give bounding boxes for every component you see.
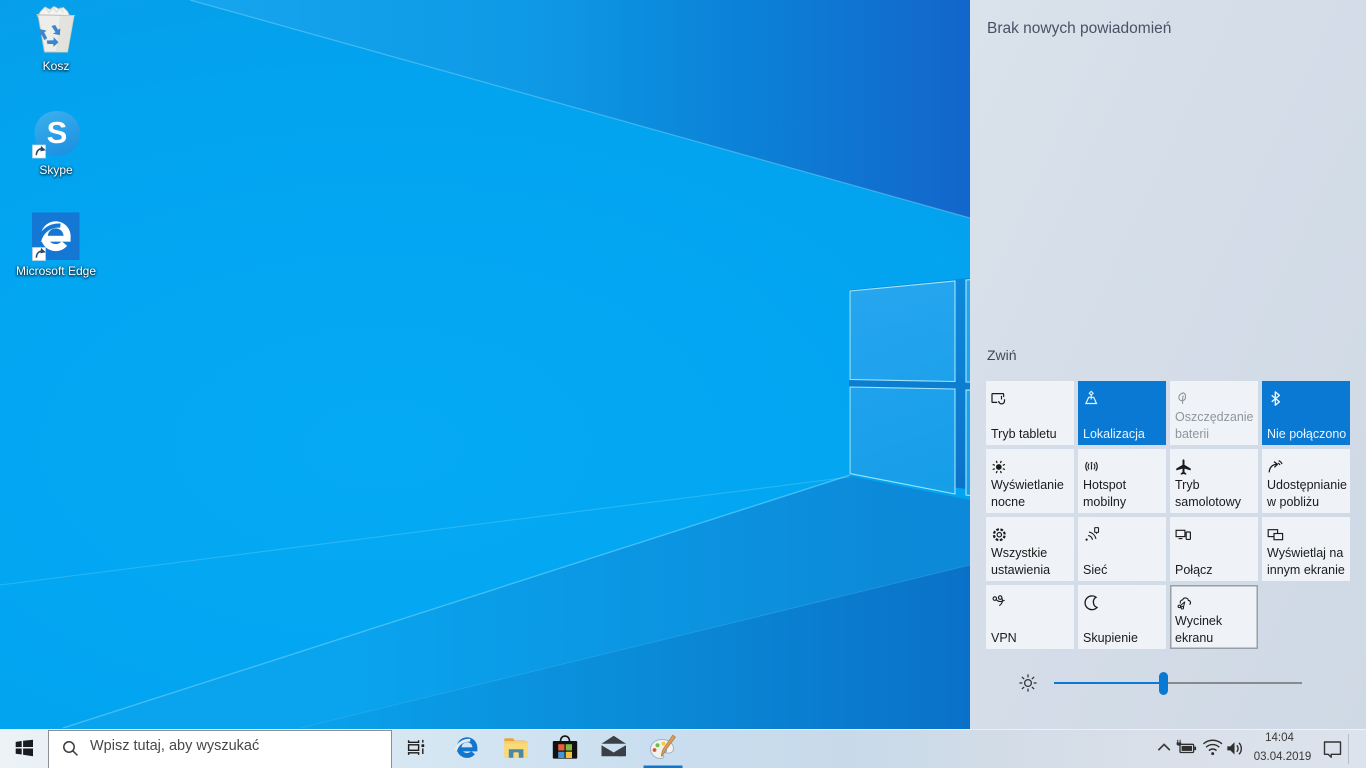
svg-text:S: S (47, 115, 68, 150)
